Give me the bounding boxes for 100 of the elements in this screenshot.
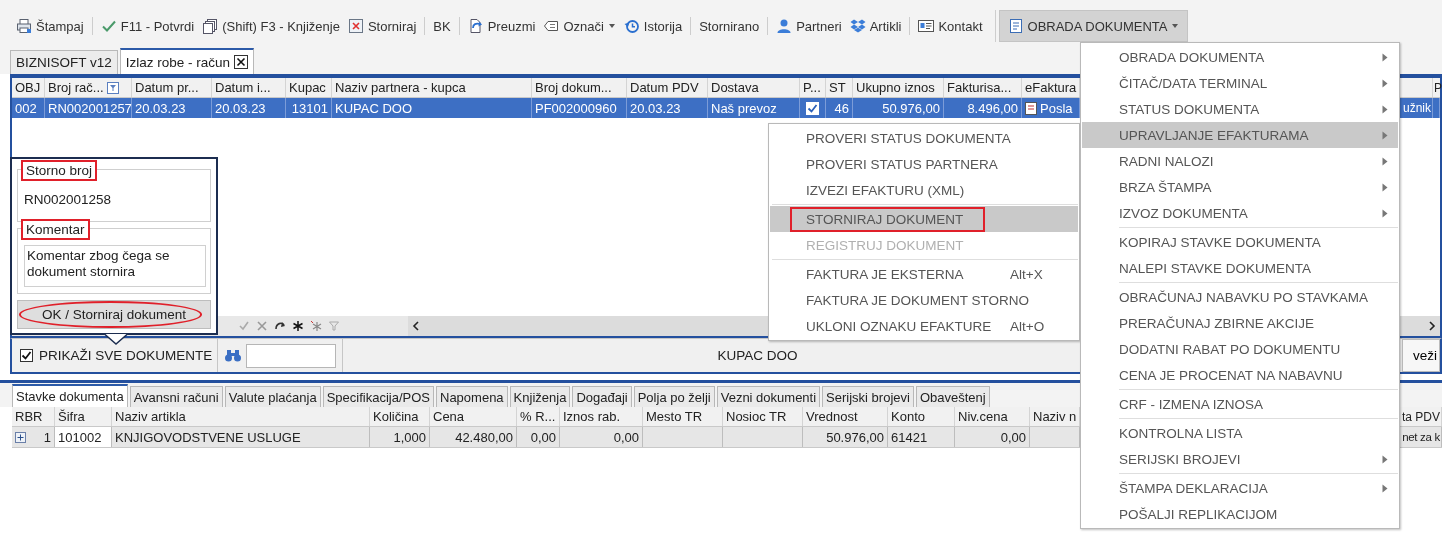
- scroll-right-icon[interactable]: [1429, 321, 1436, 331]
- tab[interactable]: Avansni računi: [129, 386, 223, 407]
- toolbar-button[interactable]: Storniraj: [343, 12, 421, 40]
- tab[interactable]: Napomena: [436, 386, 508, 407]
- menu-item[interactable]: PROVERI STATUS PARTNERA: [770, 151, 1078, 177]
- column-header[interactable]: Fakturisa...: [944, 78, 1022, 97]
- tab[interactable]: Knjiženja: [509, 386, 571, 407]
- tab[interactable]: Događaji: [572, 386, 632, 407]
- toolbar-button[interactable]: Istorija: [619, 12, 687, 40]
- filter-icon[interactable]: [106, 81, 119, 94]
- redo-icon[interactable]: [274, 320, 286, 332]
- column-header[interactable]: Konto: [888, 407, 955, 426]
- binoculars-icon[interactable]: [224, 348, 242, 363]
- column-header[interactable]: Broj rač...: [45, 78, 132, 97]
- checkbox-label[interactable]: PRIKAŽI SVE DOKUMENTE: [39, 348, 213, 363]
- menu-item[interactable]: KOPIRAJ STAVKE DOKUMENTA: [1082, 229, 1398, 255]
- column-header[interactable]: Količina: [370, 407, 430, 426]
- menu-item[interactable]: DODATNI RABAT PO DOKUMENTU: [1082, 336, 1398, 362]
- menu-item[interactable]: SERIJSKI BROJEVI: [1082, 446, 1398, 472]
- field-value[interactable]: RN002001258: [24, 186, 206, 207]
- menu-item[interactable]: OBRADA DOKUMENTA: [1082, 44, 1398, 70]
- menu-item[interactable]: UPRAVLJANJE EFAKTURAMA: [1082, 122, 1398, 148]
- column-header[interactable]: Dostava: [708, 78, 800, 97]
- toolbar-button[interactable]: Označi: [539, 12, 620, 40]
- column-header[interactable]: Mesto TR: [643, 407, 723, 426]
- asterisk-icon[interactable]: [292, 320, 304, 332]
- tab[interactable]: Serijski brojevi: [822, 386, 914, 407]
- toolbar-button[interactable]: Stornirano: [695, 12, 764, 40]
- close-icon[interactable]: [234, 55, 249, 69]
- toolbar-button[interactable]: Partneri: [772, 12, 846, 40]
- menu-item[interactable]: PRERAČUNAJ ZBIRNE AKCIJE: [1082, 310, 1398, 336]
- tab[interactable]: Valute plaćanja: [224, 386, 321, 407]
- tag-icon: [543, 18, 560, 34]
- menu-item[interactable]: FAKTURA JE DOKUMENT STORNO: [770, 287, 1078, 313]
- menu-item[interactable]: CENA JE PROCENAT NA NABAVNU: [1082, 362, 1398, 388]
- column-header[interactable]: Broj dokum...: [532, 78, 627, 97]
- tab[interactable]: Stavke dokumenta: [12, 384, 128, 407]
- menu-item[interactable]: CRF - IZMENA IZNOSA: [1082, 391, 1398, 417]
- menu-item[interactable]: PROVERI STATUS DOKUMENTA: [770, 125, 1078, 151]
- toolbar-button[interactable]: BK: [429, 12, 455, 40]
- menu-item[interactable]: POŠALJI REPLIKACIJOM: [1082, 501, 1398, 527]
- menu-item[interactable]: FAKTURA JE EKSTERNA Alt+X: [770, 261, 1078, 287]
- column-header[interactable]: Šifra: [55, 407, 112, 426]
- sparkle-icon[interactable]: [310, 320, 322, 332]
- menu-item[interactable]: KONTROLNA LISTA: [1082, 420, 1398, 446]
- column-header[interactable]: Naziv partnera - kupca: [332, 78, 532, 97]
- toolbar-button[interactable]: F11 - Potvrdi: [96, 12, 199, 40]
- column-header[interactable]: Niv.cena: [955, 407, 1030, 426]
- column-header[interactable]: Datum pr...: [132, 78, 212, 97]
- menu-item[interactable]: IZVOZ DOKUMENTA: [1082, 200, 1398, 226]
- toolbar-button[interactable]: Kontakt: [914, 12, 987, 40]
- menu-item[interactable]: STORNIRAJ DOKUMENT: [770, 206, 1078, 232]
- column-header[interactable]: Naziv artikla: [112, 407, 370, 426]
- column-header[interactable]: ST: [826, 78, 853, 97]
- menu-item[interactable]: IZVEZI EFAKTURU (XML): [770, 177, 1078, 203]
- column-header[interactable]: Datum PDV: [627, 78, 708, 97]
- arrow-document-icon: [467, 18, 484, 34]
- scroll-left-icon[interactable]: [412, 321, 419, 331]
- check-icon[interactable]: [238, 320, 250, 332]
- comment-field[interactable]: Komentar zbog čega se dokument stornira: [24, 245, 206, 288]
- tab[interactable]: Izlaz robe - račun: [119, 48, 255, 74]
- column-header[interactable]: OBJ: [12, 78, 45, 97]
- tab[interactable]: Obaveštenj: [915, 386, 990, 407]
- table-cell: 50.976,00: [853, 98, 944, 118]
- menu-item[interactable]: UKLONI OZNAKU EFAKTURE Alt+O: [770, 313, 1078, 339]
- column-header[interactable]: Iznos rab.: [560, 407, 643, 426]
- column-header[interactable]: Datum i...: [212, 78, 286, 97]
- table-cell: 0,00: [517, 427, 560, 447]
- menu-item[interactable]: RADNI NALOZI: [1082, 148, 1398, 174]
- column-header[interactable]: Nosioc TR: [723, 407, 803, 426]
- submenu-arrow-icon: [1382, 130, 1388, 140]
- menu-item[interactable]: BRZA ŠTAMPA: [1082, 174, 1398, 200]
- menu-item[interactable]: NALEPI STAVKE DOKUMENTA: [1082, 255, 1398, 281]
- tab[interactable]: Specifikacija/POS: [322, 386, 434, 407]
- column-header[interactable]: RBR: [12, 407, 55, 426]
- menu-item[interactable]: ČITAČ/DATA TERMINAL: [1082, 70, 1398, 96]
- tab[interactable]: BIZNISOFT v12: [10, 50, 118, 74]
- toolbar-button[interactable]: Preuzmi: [463, 12, 540, 40]
- column-header[interactable]: Ukupno iznos: [853, 78, 944, 97]
- expand-icon[interactable]: [15, 431, 26, 443]
- submenu-arrow-icon: [1382, 104, 1388, 114]
- column-header[interactable]: P...: [800, 78, 826, 97]
- tab[interactable]: Polja po želji: [633, 386, 715, 407]
- toolbar-button[interactable]: Artikli: [845, 12, 906, 40]
- menu-item[interactable]: ŠTAMPA DEKLARACIJA: [1082, 475, 1398, 501]
- toolbar-button[interactable]: Štampaj: [12, 12, 88, 40]
- column-header[interactable]: Cena: [430, 407, 517, 426]
- column-header[interactable]: Kupac: [286, 78, 332, 97]
- column-header[interactable]: % R...: [517, 407, 560, 426]
- toolbar-button[interactable]: (Shift) F3 - Knjiženje: [198, 12, 344, 40]
- link-button[interactable]: veži: [1402, 339, 1440, 372]
- ok-button[interactable]: OK / Storniraj dokument: [17, 300, 211, 329]
- menu-item[interactable]: OBRAČUNAJ NABAVKU PO STAVKAMA: [1082, 284, 1398, 310]
- printer-icon: [16, 18, 32, 34]
- tab[interactable]: Vezni dokumenti: [716, 386, 821, 407]
- checkbox[interactable]: [20, 349, 33, 362]
- field-label: Storno broj: [21, 160, 98, 181]
- search-field[interactable]: [246, 343, 336, 368]
- column-header[interactable]: Vrednost: [803, 407, 888, 426]
- toolbar-button[interactable]: OBRADA DOKUMENTA: [998, 10, 1189, 42]
